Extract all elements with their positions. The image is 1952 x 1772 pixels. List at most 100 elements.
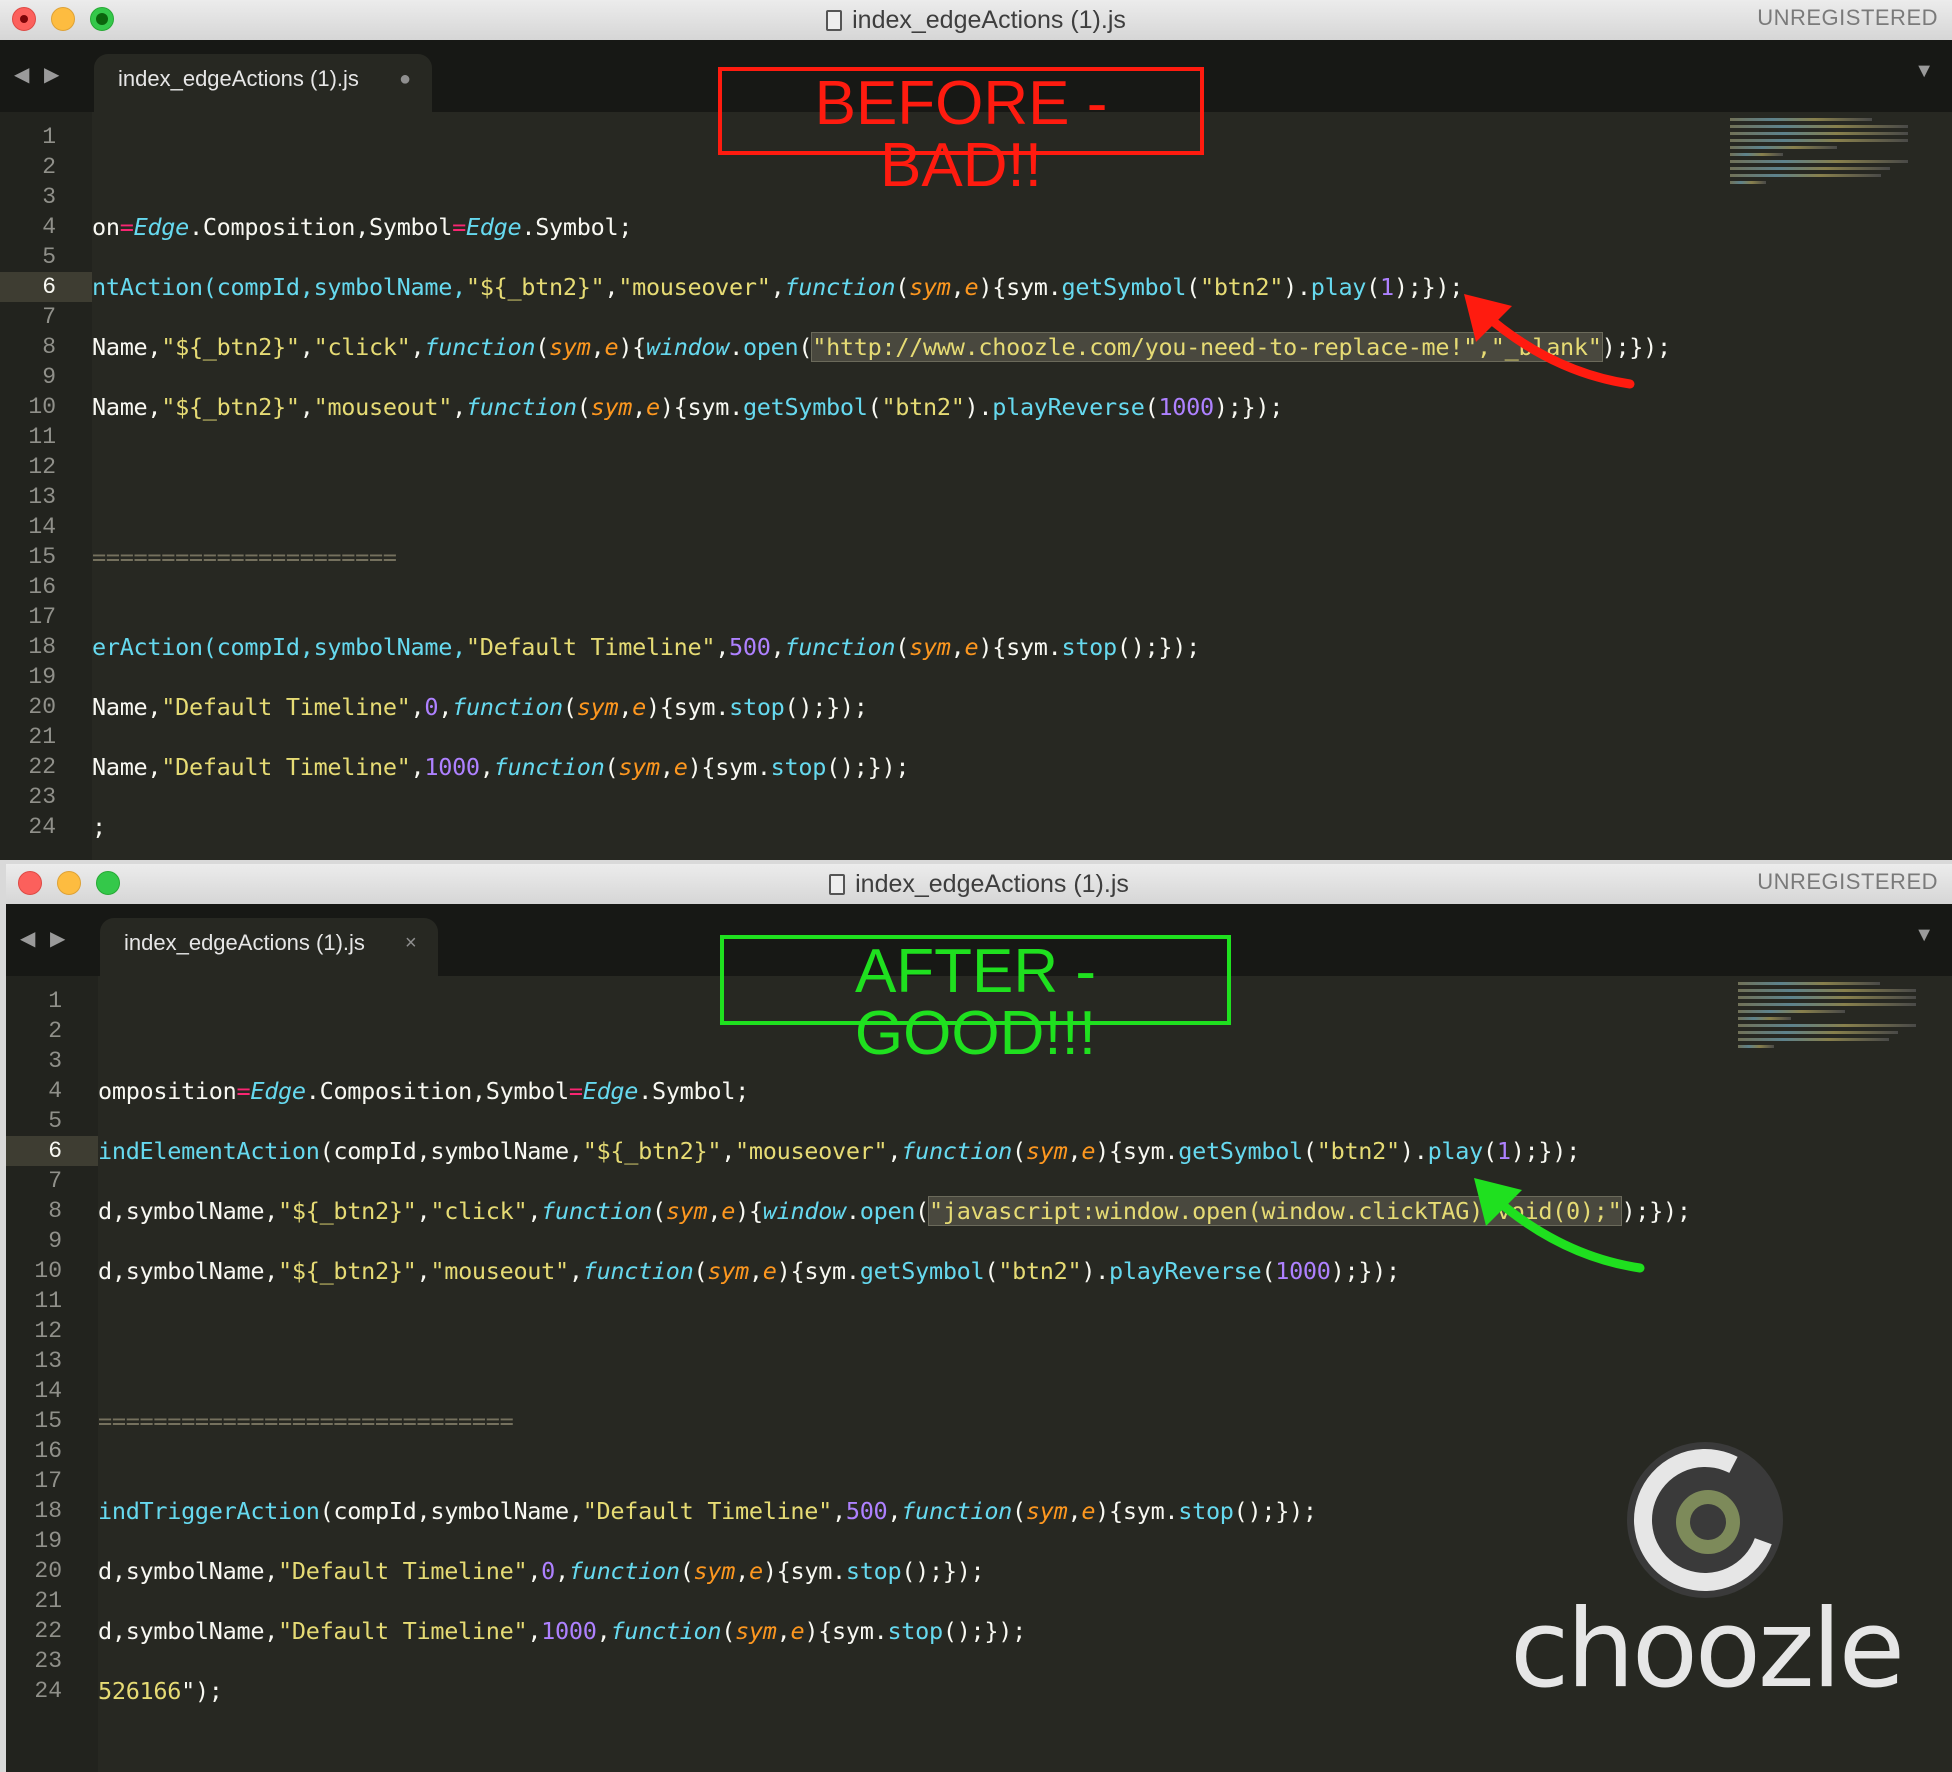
code-token: , bbox=[555, 1557, 569, 1585]
minimap[interactable] bbox=[1730, 118, 1908, 188]
code-token: e bbox=[673, 753, 688, 781]
code-token: .Symbol; bbox=[521, 213, 633, 241]
code-token: ( bbox=[721, 1617, 736, 1645]
code-token: omposition bbox=[98, 1077, 237, 1105]
code-line-16: erAction(compId,symbolName,"Default Time… bbox=[92, 632, 1200, 662]
code-token: , bbox=[950, 273, 965, 301]
code-token: ( bbox=[1186, 273, 1200, 301]
line-number: 14 bbox=[28, 514, 56, 540]
line-number: 6 bbox=[48, 1138, 62, 1164]
code-token: 1000 bbox=[424, 753, 480, 781]
code-token: sym bbox=[576, 693, 619, 721]
code-token: function bbox=[901, 1497, 1013, 1525]
code-token: "mouseover" bbox=[735, 1137, 888, 1165]
code-token: , bbox=[735, 1557, 749, 1585]
code-token: ( bbox=[1012, 1497, 1026, 1525]
close-tab-icon[interactable]: × bbox=[405, 918, 417, 968]
line-number: 24 bbox=[28, 814, 56, 840]
code-token: sym bbox=[549, 333, 591, 361]
document-icon bbox=[829, 874, 846, 895]
code-token: erAction(compId,symbolName, bbox=[92, 633, 466, 661]
nav-arrow-left-icon[interactable]: ◀ bbox=[14, 62, 29, 87]
code-token: window bbox=[646, 333, 730, 361]
code-token: function bbox=[424, 333, 536, 361]
code-token: function bbox=[568, 1557, 680, 1585]
choozle-logo: choozle bbox=[1505, 1440, 1935, 1710]
line-number: 18 bbox=[34, 1498, 62, 1524]
code-token: play bbox=[1310, 273, 1367, 301]
minimap[interactable] bbox=[1738, 982, 1916, 1052]
nav-arrow-right-icon[interactable]: ▶ bbox=[44, 62, 59, 87]
code-token: ( bbox=[1261, 1257, 1276, 1285]
code-token: "click" bbox=[430, 1197, 528, 1225]
unsaved-dot-icon[interactable]: ● bbox=[399, 54, 411, 104]
code-token: , bbox=[887, 1497, 902, 1525]
code-token: stop bbox=[1061, 633, 1117, 661]
code-token: ){sym. bbox=[646, 693, 730, 721]
code-token: ( bbox=[604, 753, 619, 781]
code-token: , bbox=[299, 393, 314, 421]
nav-arrow-right-icon[interactable]: ▶ bbox=[50, 926, 65, 951]
code-token: (compId,symbolName, bbox=[319, 1497, 583, 1525]
code-token: function bbox=[493, 753, 605, 781]
code-token: .Symbol; bbox=[638, 1077, 749, 1105]
code-token: 526166 bbox=[98, 1677, 182, 1705]
window-title: index_edgeActions (1).js bbox=[0, 0, 1952, 40]
unregistered-label: UNREGISTERED bbox=[1757, 869, 1938, 894]
line-number: 4 bbox=[42, 214, 56, 240]
code-line-8: d,symbolName,"${_btn2}","mouseout",funct… bbox=[98, 1256, 1400, 1286]
line-gutter: 1 2 3 4 5 6 7 8 9 10 11 12 13 14 15 16 17 18 19 20 21 22 23 24 bbox=[0, 112, 92, 860]
code-token: , bbox=[596, 1617, 611, 1645]
code-token: "mouseout" bbox=[430, 1257, 569, 1285]
code-token: sym bbox=[735, 1617, 777, 1645]
code-token: = bbox=[119, 213, 134, 241]
code-token: ){sym. bbox=[978, 273, 1062, 301]
code-token: getSymbol bbox=[859, 1257, 985, 1285]
code-token: open bbox=[859, 1197, 916, 1225]
code-token: "Default Timeline" bbox=[278, 1557, 528, 1585]
code-token: , bbox=[410, 693, 425, 721]
code-token: "${_btn2}" bbox=[278, 1197, 417, 1225]
code-token: ( bbox=[867, 393, 882, 421]
window-title: index_edgeActions (1).js bbox=[6, 864, 1952, 904]
code-line-16: indTriggerAction(compId,symbolName,"Defa… bbox=[98, 1496, 1317, 1526]
code-token: );}); bbox=[1510, 1137, 1581, 1165]
code-token: ( bbox=[1482, 1137, 1497, 1165]
line-number: 17 bbox=[34, 1468, 62, 1494]
code-token: , bbox=[707, 1197, 722, 1225]
after-good-annotation: AFTER - GOOD!!! bbox=[720, 935, 1231, 1065]
code-token: ( bbox=[1012, 1137, 1026, 1165]
code-area[interactable]: on=Edge.Composition,Symbol=Edge.Symbol; … bbox=[92, 112, 1952, 860]
code-token: , bbox=[770, 633, 785, 661]
code-token: ( bbox=[562, 693, 577, 721]
code-token: ). bbox=[1081, 1257, 1110, 1285]
nav-arrow-left-icon[interactable]: ◀ bbox=[20, 926, 35, 951]
code-token: function bbox=[784, 273, 896, 301]
code-editor[interactable]: 1 2 3 4 5 6 7 8 9 10 11 12 13 14 15 16 17 18 19 20 21 22 23 24 … bbox=[0, 112, 1952, 860]
code-token: , bbox=[950, 633, 965, 661]
code-token: , bbox=[770, 273, 785, 301]
line-number: 13 bbox=[34, 1348, 62, 1374]
code-token: = bbox=[236, 1077, 251, 1105]
line-number: 11 bbox=[34, 1288, 62, 1314]
tab-index-edgeactions[interactable]: index_edgeActions (1).js ● bbox=[94, 54, 432, 112]
code-token: ();}); bbox=[1233, 1497, 1317, 1525]
code-token: ( bbox=[984, 1257, 999, 1285]
line-number: 23 bbox=[28, 784, 56, 810]
tab-menu-icon[interactable]: ▼ bbox=[1914, 924, 1934, 947]
code-token: "Default Timeline" bbox=[582, 1497, 833, 1525]
code-token: playReverse bbox=[1109, 1257, 1262, 1285]
tab-menu-icon[interactable]: ▼ bbox=[1914, 60, 1934, 83]
code-token: , bbox=[527, 1617, 542, 1645]
code-line-20: d,symbolName,"Default Timeline",1000,fun… bbox=[98, 1616, 1026, 1646]
code-token: , bbox=[748, 1257, 763, 1285]
code-token: , bbox=[659, 753, 674, 781]
line-number: 5 bbox=[48, 1108, 62, 1134]
tab-index-edgeactions[interactable]: index_edgeActions (1).js × bbox=[100, 918, 438, 976]
code-token: , bbox=[416, 1197, 431, 1225]
code-token: "btn2" bbox=[881, 393, 965, 421]
code-token: e bbox=[604, 333, 619, 361]
code-token: Name, bbox=[92, 753, 162, 781]
code-token: ( bbox=[651, 1197, 666, 1225]
code-token: function bbox=[610, 1617, 722, 1645]
